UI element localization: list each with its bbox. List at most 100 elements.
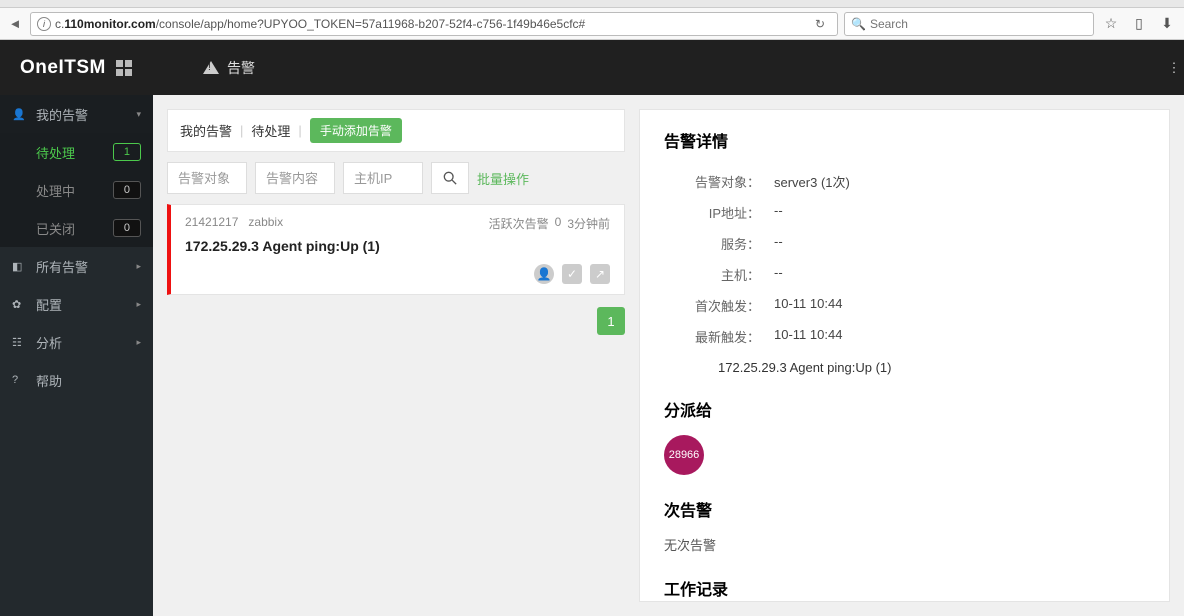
detail-panel: 告警详情 告警对象：server3 (1次) IP地址：-- 服务：-- 主机：… [639,109,1170,602]
detail-value: 10-11 10:44 [774,327,842,346]
batch-action-link[interactable]: 批量操作 [477,169,529,188]
detail-row-host: 主机：-- [664,259,1145,290]
logo-text: OneITSM [20,57,106,79]
sidebar-nav-label: 配置 [36,295,62,314]
chevron-right-icon: ▸ [136,261,141,272]
sidebar-nav-label: 所有告警 [36,257,88,276]
pagination: 1 [167,307,625,335]
sidebar-item-processing[interactable]: 处理中 0 [0,171,153,209]
sidebar-item-label: 处理中 [36,181,75,200]
alarm-title: 172.25.29.3 Agent ping:Up (1) [185,238,610,254]
worklog-title: 工作记录 [664,576,1145,600]
check-icon[interactable]: ✓ [562,264,582,284]
sidebar-my-alarms-label: 我的告警 [36,105,88,124]
count-badge: 1 [113,143,141,161]
assign-title: 分派给 [664,397,1145,421]
sidebar-item-pending[interactable]: 待处理 1 [0,133,153,171]
filter-hostip-input[interactable] [343,162,423,194]
sidebar-my-alarms[interactable]: 👤 我的告警 ▾ [0,95,153,133]
sidebar-icon[interactable]: ▯ [1128,13,1150,35]
sidebar-item-label: 已关闭 [36,219,75,238]
gear-icon: ✿ [12,298,28,311]
breadcrumb-sep: | [240,123,243,138]
detail-value: -- [774,203,783,222]
detail-label: 服务： [664,234,774,253]
assign-icon[interactable]: 👤 [534,264,554,284]
alarm-id: 21421217 [185,215,238,232]
overflow-icon[interactable]: ⋮ [1164,58,1184,78]
sub-alarm-title: 次告警 [664,497,1145,521]
chart-icon: ☷ [12,336,28,349]
detail-label: 首次触发： [664,296,774,315]
chevron-right-icon: ▸ [136,299,141,310]
bookmark-icon[interactable]: ☆ [1100,13,1122,35]
page-current[interactable]: 1 [597,307,625,335]
count-badge: 0 [113,181,141,199]
breadcrumb-item[interactable]: 我的告警 [180,121,232,140]
assignee-avatar[interactable]: 28966 [664,435,704,475]
sub-alarm-none: 无次告警 [664,535,1145,554]
header-section-label: 告警 [227,58,255,78]
sidebar-all-alarms[interactable]: ◧ 所有告警 ▸ [0,247,153,285]
all-icon: ◧ [12,260,28,273]
download-icon[interactable]: ⬇ [1156,13,1178,35]
detail-label: 最新触发： [664,327,774,346]
browser-toolbar: ◄ i c.110monitor.com/console/app/home?UP… [0,8,1184,40]
active-label: 活跃次告警 [489,215,549,232]
help-icon: ? [12,374,28,386]
detail-message: 172.25.29.3 Agent ping:Up (1) [664,360,1145,375]
breadcrumb-item[interactable]: 待处理 [251,121,290,140]
back-button[interactable]: ◄ [6,15,24,33]
alarm-time: 3分钟前 [567,215,610,232]
filter-target-input[interactable] [167,162,247,194]
share-icon[interactable]: ↗ [590,264,610,284]
breadcrumb-sep: | [298,123,301,138]
detail-value: server3 (1次) [774,172,850,191]
add-alarm-button[interactable]: 手动添加告警 [310,118,402,143]
sidebar-item-closed[interactable]: 已关闭 0 [0,209,153,247]
filter-content-input[interactable] [255,162,335,194]
sidebar-help[interactable]: ? 帮助 [0,361,153,399]
logo[interactable]: OneITSM [0,57,153,79]
sidebar-analysis[interactable]: ☷ 分析 ▸ [0,323,153,361]
detail-title: 告警详情 [664,128,1145,152]
detail-row-last: 最新触发：10-11 10:44 [664,321,1145,352]
user-icon: 👤 [12,108,28,121]
alarm-meta: 21421217 zabbix 活跃次告警 0 3分钟前 [185,215,610,232]
detail-value: 10-11 10:44 [774,296,842,315]
active-count: 0 [555,215,562,232]
search-icon: 🔍 [851,17,866,31]
chevron-down-icon: ▾ [136,109,141,120]
detail-value: -- [774,234,783,253]
search-button[interactable] [431,162,469,194]
chevron-right-icon: ▸ [136,337,141,348]
alarm-source: zabbix [248,215,283,232]
sidebar: 👤 我的告警 ▾ 待处理 1 处理中 0 已关闭 0 ◧ 所有告警 ▸ ✿ 配置… [0,95,153,616]
detail-value: -- [774,265,783,284]
browser-search-input[interactable] [870,17,1087,31]
alarm-card[interactable]: 21421217 zabbix 活跃次告警 0 3分钟前 172.25.29.3… [167,204,625,295]
detail-row-target: 告警对象：server3 (1次) [664,166,1145,197]
count-badge: 0 [113,219,141,237]
search-icon [443,171,457,185]
url-text: c.110monitor.com/console/app/home?UPYOO_… [55,17,585,31]
info-icon[interactable]: i [37,17,51,31]
detail-row-service: 服务：-- [664,228,1145,259]
detail-label: 主机： [664,265,774,284]
breadcrumb: 我的告警 | 待处理 | 手动添加告警 [167,109,625,152]
app-header: OneITSM 告警 ⋮ [0,40,1184,95]
detail-label: 告警对象： [664,172,774,191]
browser-tab-strip [0,0,1184,8]
detail-label: IP地址： [664,203,774,222]
sidebar-nav-label: 帮助 [36,371,62,390]
filter-row: 批量操作 [167,162,625,194]
grid-icon [116,60,132,76]
detail-row-first: 首次触发：10-11 10:44 [664,290,1145,321]
reload-button[interactable]: ↻ [809,17,831,31]
sidebar-item-label: 待处理 [36,143,75,162]
sidebar-config[interactable]: ✿ 配置 ▸ [0,285,153,323]
detail-row-ip: IP地址：-- [664,197,1145,228]
url-bar[interactable]: i c.110monitor.com/console/app/home?UPYO… [30,12,838,36]
browser-search[interactable]: 🔍 [844,12,1094,36]
header-section[interactable]: 告警 [153,58,255,78]
